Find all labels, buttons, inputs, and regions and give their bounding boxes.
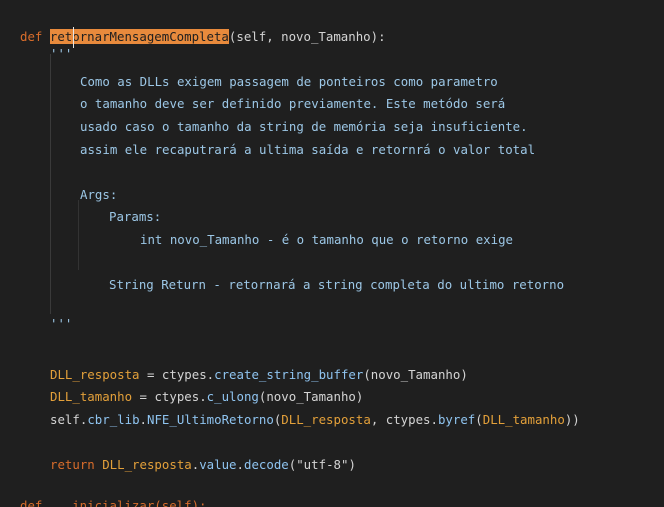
operator: = bbox=[132, 389, 155, 404]
variable: DLL_resposta bbox=[50, 367, 140, 382]
arguments: (novo_Tamanho) bbox=[258, 389, 364, 404]
keyword-def: def bbox=[20, 29, 43, 44]
keyword-return: return bbox=[50, 457, 103, 472]
docstring-close: ''' bbox=[50, 316, 73, 331]
code-line-assign-tamanho[interactable]: DLL_tamanho = ctypes.c_ulong(novo_Tamanh… bbox=[50, 387, 363, 407]
docstring-line: Params: bbox=[109, 209, 162, 224]
variable: DLL_resposta bbox=[102, 457, 192, 472]
docstring-line: Como as DLLs exigem passagem de ponteiro… bbox=[80, 74, 498, 89]
indent-guide bbox=[50, 54, 51, 314]
docstring-line: assim ele recaputrará a ultima saída e r… bbox=[80, 142, 536, 157]
separator: , ctypes. bbox=[370, 412, 438, 427]
dot: . bbox=[236, 457, 244, 472]
operator: = bbox=[139, 367, 162, 382]
function-signature: (self, novo_Tamanho): bbox=[228, 29, 386, 44]
method: NFE_UltimoRetorno bbox=[147, 412, 274, 427]
paren: ( bbox=[475, 412, 483, 427]
indent-guide-inner bbox=[78, 200, 79, 270]
function-name-selected[interactable]: retornarMensagemCompleta bbox=[49, 29, 229, 44]
docstring-line: String Return - retornará a string compl… bbox=[109, 277, 565, 292]
code-line-def[interactable]: def retornarMensagemCompleta(self, novo_… bbox=[20, 27, 386, 47]
docstring-line: int novo_Tamanho - é o tamanho que o ret… bbox=[140, 232, 513, 247]
method: decode bbox=[244, 457, 289, 472]
attribute: value bbox=[199, 457, 237, 472]
module: ctypes. bbox=[154, 389, 207, 404]
method: byref bbox=[437, 412, 476, 427]
code-editor[interactable]: def retornarMensagemCompleta(self, novo_… bbox=[0, 0, 664, 507]
arguments: ("utf-8") bbox=[288, 457, 356, 472]
attribute: cbr_lib bbox=[87, 412, 140, 427]
docstring-open: ''' bbox=[50, 46, 73, 61]
code-line-call[interactable]: self.cbr_lib.NFE_UltimoRetorno ( DLL_respo… bbox=[50, 410, 580, 430]
self-ref: self. bbox=[50, 412, 88, 427]
text-cursor bbox=[73, 27, 74, 48]
variable: DLL_tamanho bbox=[50, 389, 133, 404]
docstring-line: Args: bbox=[80, 187, 118, 202]
docstring-line: usado caso o tamanho da string de memóri… bbox=[80, 119, 528, 134]
code-line-return[interactable]: return DLL_resposta.value.decode("utf-8"… bbox=[50, 455, 356, 475]
variable: DLL_tamanho bbox=[482, 412, 565, 427]
code-line-next-def-partial[interactable]: def ...inicializar(self): bbox=[20, 496, 207, 507]
method: create_string_buffer bbox=[214, 367, 364, 382]
module: ctypes. bbox=[161, 367, 215, 382]
variable: DLL_resposta bbox=[281, 412, 371, 427]
paren-close: )) bbox=[564, 412, 580, 427]
dot: . bbox=[139, 412, 147, 427]
arguments: (novo_Tamanho) bbox=[363, 367, 468, 382]
code-line-assign-resposta[interactable]: DLL_resposta = ctypes.create_string_buff… bbox=[50, 365, 468, 385]
docstring-line: o tamanho deve ser definido previamente.… bbox=[80, 96, 506, 111]
method: c_ulong bbox=[206, 389, 259, 404]
